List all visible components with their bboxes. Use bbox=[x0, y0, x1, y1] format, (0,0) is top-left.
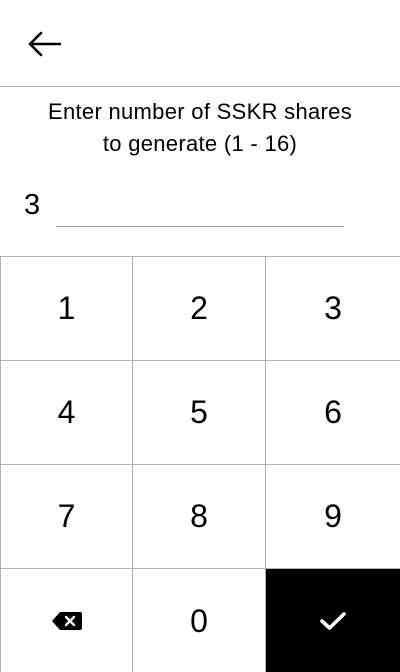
key-8[interactable]: 8 bbox=[133, 465, 266, 569]
key-7[interactable]: 7 bbox=[0, 465, 133, 569]
arrow-left-icon bbox=[28, 31, 61, 57]
key-2[interactable]: 2 bbox=[133, 257, 266, 361]
numeric-keypad: 1 2 3 4 5 6 7 8 9 0 bbox=[0, 256, 400, 672]
backspace-icon bbox=[51, 612, 82, 630]
checkmark-icon bbox=[320, 612, 346, 630]
key-0[interactable]: 0 bbox=[133, 569, 266, 672]
key-1[interactable]: 1 bbox=[0, 257, 133, 361]
share-count-value: 3 bbox=[24, 189, 41, 221]
prompt-text: Enter number of SSKR shares to generate … bbox=[0, 96, 400, 160]
prompt-line-2: to generate (1 - 16) bbox=[102, 131, 298, 156]
back-button[interactable] bbox=[20, 20, 68, 68]
delete-key[interactable] bbox=[0, 569, 133, 672]
key-6[interactable]: 6 bbox=[266, 361, 400, 465]
confirm-button[interactable] bbox=[266, 569, 400, 672]
prompt-line-1: Enter number of SSKR shares bbox=[47, 99, 352, 124]
share-count-field[interactable]: 3 bbox=[0, 180, 400, 230]
key-3[interactable]: 3 bbox=[266, 257, 400, 361]
input-underline bbox=[56, 226, 344, 227]
header bbox=[0, 0, 400, 87]
key-5[interactable]: 5 bbox=[133, 361, 266, 465]
sskr-share-count-screen: Enter number of SSKR shares to generate … bbox=[0, 0, 400, 672]
key-4[interactable]: 4 bbox=[0, 361, 133, 465]
key-9[interactable]: 9 bbox=[266, 465, 400, 569]
